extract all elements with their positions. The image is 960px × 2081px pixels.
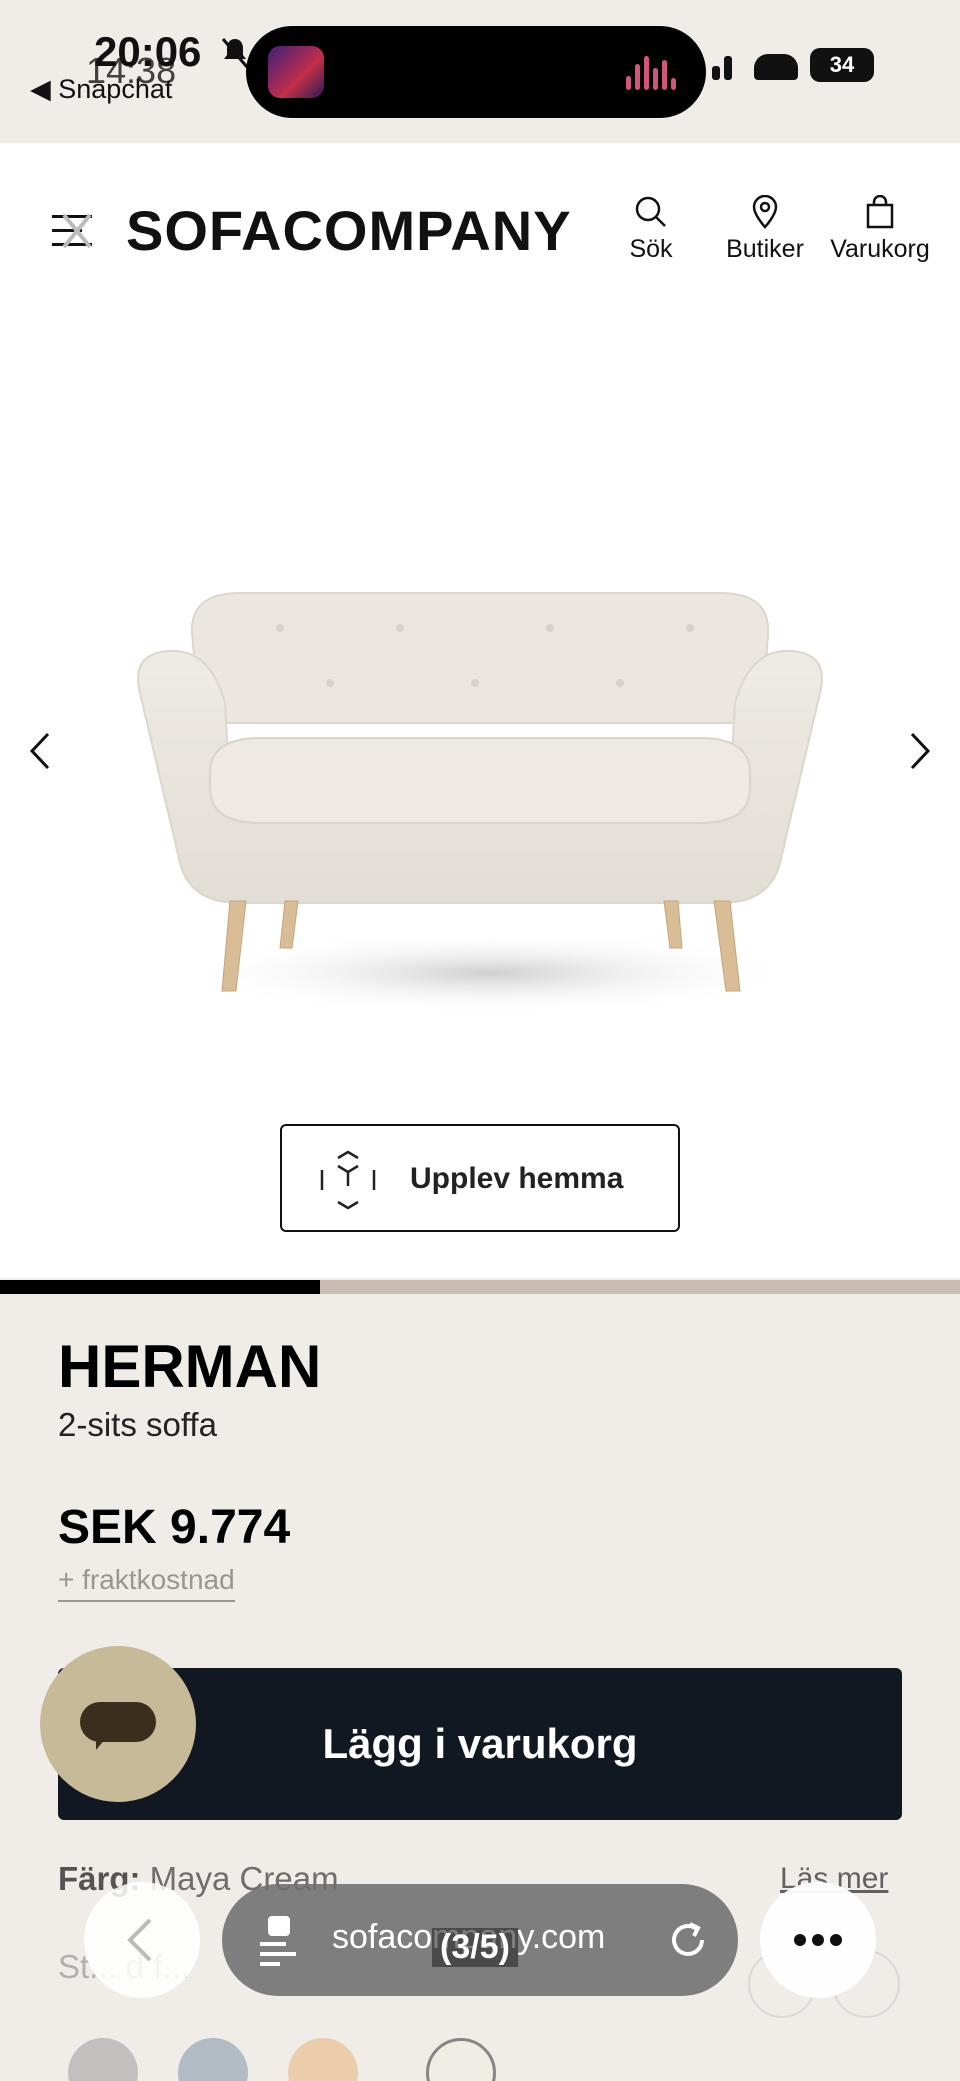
shipping-cost-link[interactable]: + fraktkostnad [58, 1564, 235, 1602]
product-gallery: Upplev hemma [0, 318, 960, 1278]
search-icon [635, 196, 666, 227]
browser-more-button[interactable] [760, 1882, 876, 1998]
stores-button[interactable]: Butiker [720, 195, 810, 264]
ar-cube-icon [320, 1150, 376, 1210]
color-swatch[interactable] [68, 2038, 138, 2081]
view-in-home-button[interactable]: Upplev hemma [280, 1124, 680, 1232]
reader-extensions-icon [260, 1916, 296, 1966]
battery-icon: 34 [810, 48, 874, 82]
chat-bubble-icon [80, 1702, 156, 1742]
back-to-app-link[interactable]: ◀ Snapchat [30, 74, 172, 105]
location-pin-icon [752, 195, 778, 229]
system-icons: 34 [700, 48, 880, 88]
chevron-right-icon[interactable] [900, 726, 940, 776]
menu-icon[interactable] [52, 211, 96, 251]
browser-address-bar[interactable]: sofacompany.com (3/5) [222, 1884, 738, 1996]
product-price: SEK 9.774 [58, 1501, 291, 1554]
color-swatch-selected[interactable] [426, 2038, 496, 2081]
back-app-label: Snapchat [58, 74, 173, 104]
cart-button[interactable]: Varukorg [824, 195, 936, 264]
browser-back-button[interactable] [84, 1882, 200, 1998]
audio-wave-icon [626, 56, 682, 90]
shopping-bag-icon [866, 195, 894, 229]
product-subtitle: 2-sits soffa [58, 1406, 217, 1443]
signal-icon-bar [724, 56, 732, 80]
reload-icon[interactable] [666, 1918, 710, 1962]
search-label: Sök [629, 235, 673, 263]
chat-button[interactable] [40, 1646, 196, 1802]
gallery-progress-fill [0, 1280, 320, 1294]
view-in-home-label: Upplev hemma [410, 1162, 624, 1195]
wifi-icon [754, 54, 798, 80]
search-button[interactable]: Sök [622, 195, 680, 264]
dynamic-island[interactable] [246, 26, 706, 118]
color-swatch[interactable] [288, 2038, 358, 2081]
tab-counter: (3/5) [432, 1928, 518, 1967]
status-time: 20:06 [94, 28, 202, 75]
stores-label: Butiker [726, 235, 804, 263]
status-bar: 14:38 20:06 ◀ Snapchat 34 [0, 0, 960, 143]
album-art [268, 46, 324, 98]
cart-label: Varukorg [830, 235, 930, 263]
site-logo[interactable]: SOFACOMPANY [126, 198, 572, 263]
more-dots-icon [794, 1934, 842, 1946]
site-header: SOFACOMPANY Sök Butiker Varukorg [0, 143, 960, 318]
chevron-left-icon [127, 1918, 152, 1962]
product-image [137, 592, 823, 1015]
chevron-left-icon[interactable] [20, 726, 60, 776]
color-swatch[interactable] [178, 2038, 248, 2081]
signal-icon [712, 66, 720, 80]
gallery-progress-bar [0, 1280, 960, 1294]
product-title: HERMAN [58, 1333, 322, 1400]
